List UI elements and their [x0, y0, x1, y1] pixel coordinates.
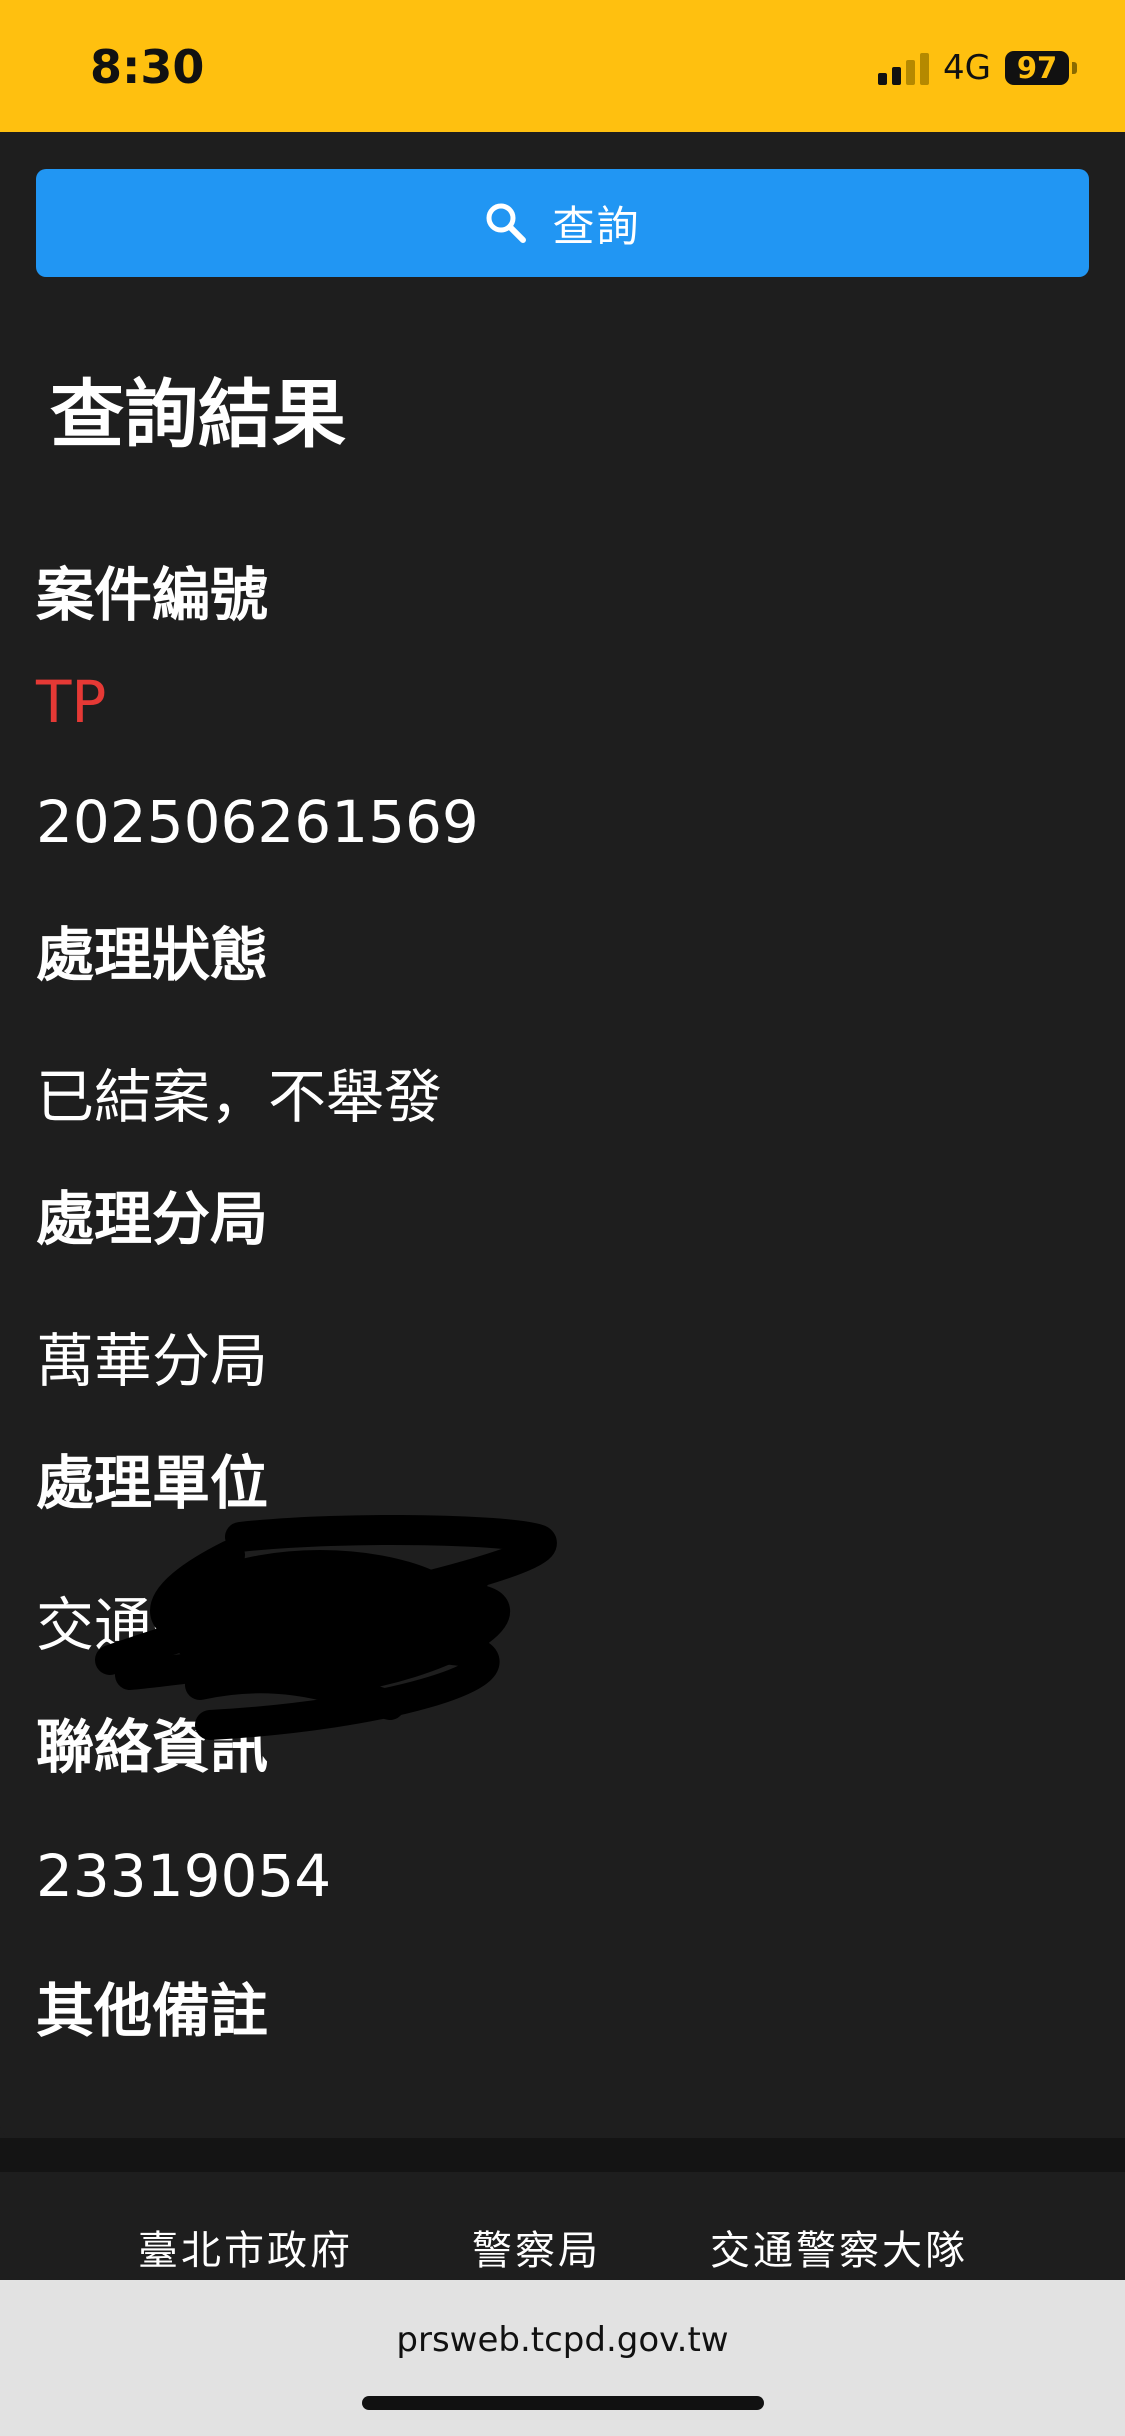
query-button[interactable]: 查詢	[36, 169, 1089, 277]
battery-icon: 97	[1005, 51, 1077, 85]
case-number-label: 案件編號	[36, 561, 269, 629]
redaction-scribble	[95, 1515, 557, 1740]
status-indicators: 4G 97	[878, 46, 1077, 90]
footer-link-police-department[interactable]: 警察局	[472, 2218, 601, 2276]
footer-link-traffic-police[interactable]: 交通警察大隊	[710, 2218, 968, 2276]
precinct-value: 萬華分局	[36, 1327, 269, 1395]
query-button-label: 查詢	[552, 201, 641, 251]
home-indicator[interactable]	[362, 2396, 764, 2410]
unit-label: 處理單位	[36, 1449, 269, 1517]
page-title: 查詢結果	[50, 372, 346, 458]
remarks-label: 其他備註	[36, 1977, 269, 2045]
status-time: 8:30	[90, 40, 205, 94]
battery-level: 97	[1005, 51, 1069, 85]
network-type: 4G	[943, 48, 991, 88]
case-number-prefix: TP	[36, 668, 107, 736]
status-label: 處理狀態	[36, 921, 269, 989]
footer-divider	[0, 2138, 1125, 2172]
search-icon	[486, 203, 527, 243]
browser-url[interactable]: prsweb.tcpd.gov.tw	[0, 2320, 1125, 2360]
precinct-label: 處理分局	[36, 1185, 269, 1253]
status-value: 已結案，不舉發	[36, 1063, 443, 1131]
footer-link-city-government[interactable]: 臺北市政府	[138, 2218, 353, 2276]
signal-icon	[878, 51, 930, 85]
status-bar: 8:30 4G 97	[0, 0, 1125, 132]
page: 8:30 4G 97 查詢 查詢結果 案件編號 TP 202506261569 …	[0, 0, 1125, 2436]
case-number-value: 202506261569	[36, 788, 479, 856]
contact-value: 23319054	[36, 1842, 332, 1910]
